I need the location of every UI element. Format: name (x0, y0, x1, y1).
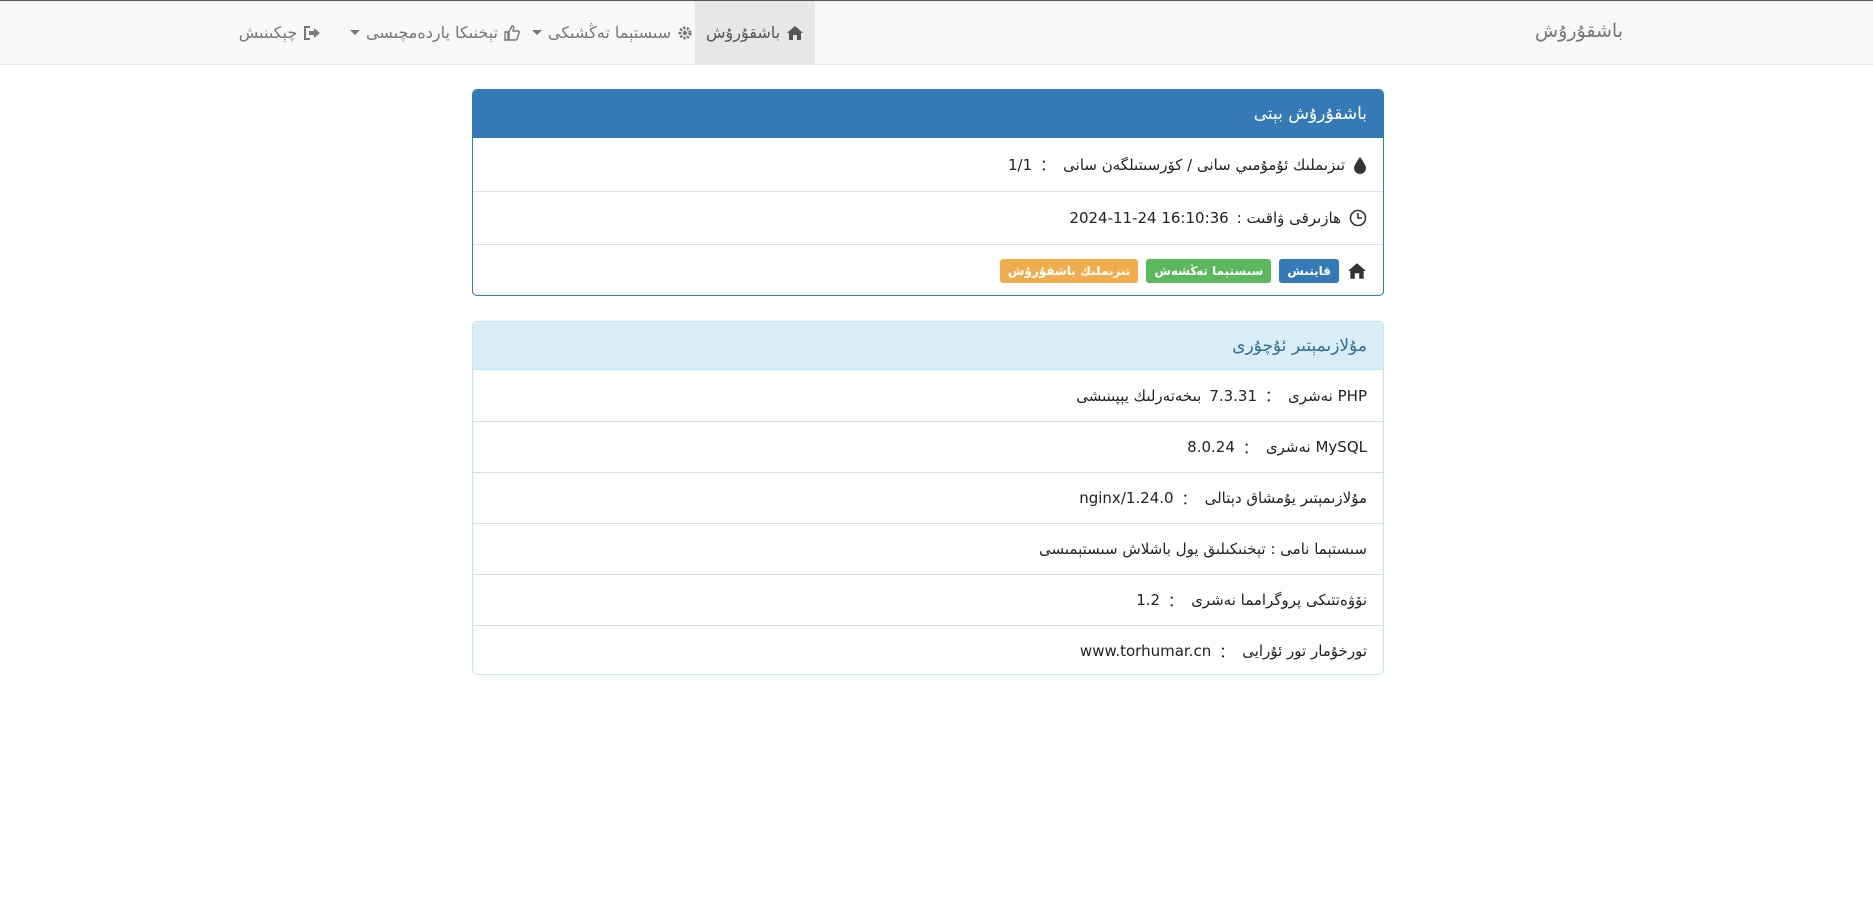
list-manage-button[interactable]: تىزىملىك باشقۇرۇش (999, 259, 1139, 283)
nav-logout-label: چېكىنىش (238, 22, 298, 42)
top-navbar: باشقۇرۇش باشقۇرۇش سىستېما تەڭشىكى تېخنىك… (0, 1, 1873, 65)
current-time-label: ھازىرقى ۋاقىت : (1236, 209, 1341, 227)
action-buttons-row: قايتىش سىستېما تەڭشەش تىزىملىك باشقۇرۇش (473, 244, 1383, 295)
row-label: نۆۋەتتىكى پروگرامما نەشرى (1191, 591, 1367, 609)
row-label: MySQL نەشرى (1265, 438, 1367, 456)
sign-out-icon (303, 25, 321, 41)
record-count-value: 1/1 (1008, 155, 1033, 174)
nav-system-settings[interactable]: سىستېما تەڭشىكى (530, 1, 695, 64)
current-time-value: 2024-11-24 16:10:36 (1069, 209, 1229, 227)
thumbs-up-icon (504, 24, 520, 41)
home-icon (1347, 262, 1367, 280)
row-label: مۇلازىمېتىر يۇمشاق دېتالى (1204, 489, 1367, 507)
admin-panel: باشقۇرۇش بېتى تىزىملىك ئۇمۇمىي سانى / كۆ… (472, 89, 1384, 296)
row-sep: ： (1168, 591, 1184, 610)
server-info-panel: مۇلازىمېتىر ئۇچۇرى PHP نەشرى ： 7.3.31 بى… (472, 321, 1384, 675)
chevron-down-icon (531, 30, 542, 35)
record-count-sep: ： (1040, 156, 1056, 174)
clock-icon (1349, 209, 1367, 227)
admin-panel-title: باشقۇرۇش بېتى (473, 90, 1383, 138)
server-info-row-php: PHP نەشرى ： 7.3.31 بىخەتەرلىك يېپىنىشى (473, 370, 1383, 421)
row-label: تورخۇمار تور ئۇرايى (1242, 642, 1367, 660)
server-info-row-website: تورخۇمار تور ئۇرايى ： www.torhumar.cn (473, 625, 1383, 674)
row-label: سىستېما نامى : تېخنىكىلىق يول باشلاش سىس… (1039, 540, 1367, 558)
row-value: 7.3.31 (1209, 386, 1258, 405)
row-sep: ： (1219, 642, 1235, 661)
row-sep: ： (1181, 489, 1197, 508)
nav-home-label: باشقۇرۇش (705, 22, 781, 42)
nav-tech-support[interactable]: تېخنىكا ياردەمچىسى (340, 1, 530, 64)
nav-system-settings-label: سىستېما تەڭشىكى (547, 22, 672, 42)
server-info-row-mysql: MySQL نەشرى ： 8.0.24 (473, 421, 1383, 472)
return-button[interactable]: قايتىش (1279, 259, 1339, 283)
system-settings-button[interactable]: سىستېما تەڭشەش (1146, 259, 1272, 283)
tint-icon (1353, 156, 1367, 174)
home-icon (786, 25, 804, 41)
row-sep: ： (1265, 387, 1281, 405)
row-value: 8.0.24 (1187, 438, 1235, 456)
row-value: 1.2 (1136, 591, 1161, 609)
server-info-row-system-name: سىستېما نامى : تېخنىكىلىق يول باشلاش سىس… (473, 523, 1383, 574)
current-time-row: ھازىرقى ۋاقىت : 2024-11-24 16:10:36 (473, 191, 1383, 244)
server-info-row-software: مۇلازىمېتىر يۇمشاق دېتالى ： nginx/1.24.0 (473, 472, 1383, 523)
record-count-row: تىزىملىك ئۇمۇمىي سانى / كۆرسىتىلگەن سانى… (473, 138, 1383, 191)
row-value: nginx/1.24.0 (1079, 489, 1174, 507)
nav-tech-support-label: تېخنىكا ياردەمچىسى (366, 22, 498, 42)
navbar-brand[interactable]: باشقۇرۇش (1535, 1, 1623, 65)
gear-icon (677, 25, 693, 41)
row-suffix: بىخەتەرلىك يېپىنىشى (1076, 386, 1202, 405)
server-info-title: مۇلازىمېتىر ئۇچۇرى (473, 322, 1383, 370)
website-link[interactable]: www.torhumar.cn (1080, 642, 1211, 660)
nav-home[interactable]: باشقۇرۇش (695, 1, 815, 64)
row-label: PHP نەشرى (1288, 386, 1367, 405)
chevron-down-icon (350, 30, 361, 35)
row-sep: ： (1242, 438, 1258, 457)
nav-logout[interactable]: چېكىنىش (220, 1, 340, 64)
record-count-label: تىزىملىك ئۇمۇمىي سانى / كۆرسىتىلگەن سانى (1063, 155, 1345, 174)
server-info-row-version: نۆۋەتتىكى پروگرامما نەشرى ： 1.2 (473, 574, 1383, 625)
